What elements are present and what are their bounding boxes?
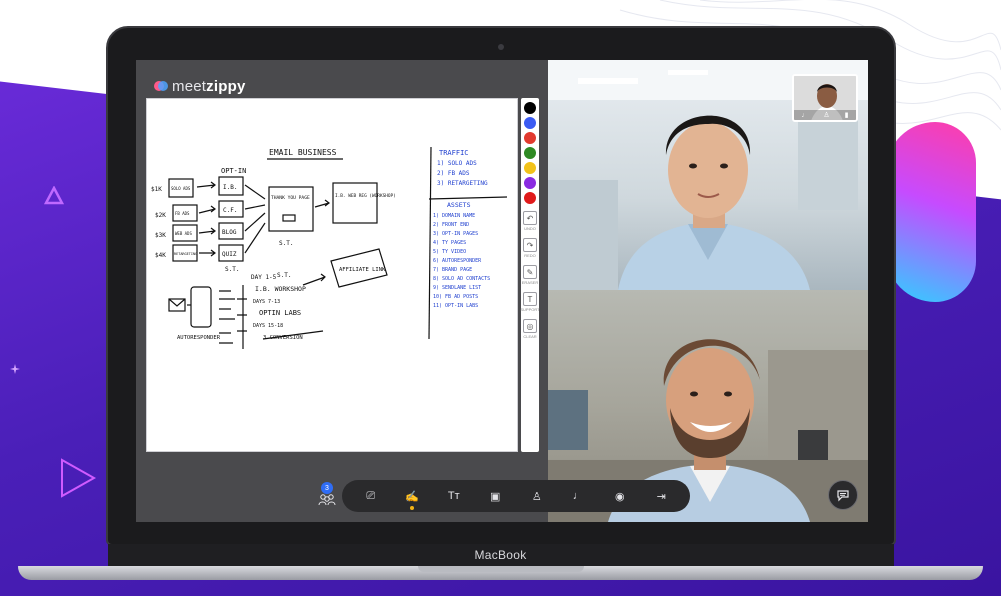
color-swatch-red[interactable]: [524, 132, 536, 144]
self-view-thumbnail[interactable]: ♩ ♙ ▮: [792, 74, 858, 122]
color-swatch-purple[interactable]: [524, 177, 536, 189]
board-thankyou: THANK YOU PAGE: [271, 195, 310, 201]
board-asset-9: 9) SENDLANE LIST: [433, 285, 481, 291]
color-swatch-black[interactable]: [524, 102, 536, 114]
chat-button[interactable]: [828, 480, 858, 510]
board-asset-4: 4) TY PAGES: [433, 240, 466, 246]
board-asset-6: 6) AUTORESPONDER: [433, 258, 482, 264]
app-logo: meetzippy: [154, 76, 246, 96]
undo-icon[interactable]: ↶: [523, 211, 537, 225]
redo-label: REDO: [524, 253, 536, 258]
board-mid-2: C.F.: [223, 207, 237, 214]
color-swatch-blue[interactable]: [524, 117, 536, 129]
board-asset-10: 10) FB AD POSTS: [433, 294, 478, 300]
board-days-3: DAYS 15-18: [253, 323, 283, 329]
participant-count-badge: 3: [321, 482, 333, 494]
decor-gradient-blob: [886, 122, 976, 302]
board-mid-1: I.B.: [223, 184, 237, 191]
board-affiliate: AFFILIATE LINK: [339, 267, 386, 273]
board-day: DAY 1-5: [251, 274, 277, 281]
person-icon[interactable]: ♙: [524, 484, 550, 508]
board-source-4: RETARGETING: [174, 252, 197, 256]
self-view-controls: ♩ ♙ ▮: [794, 110, 856, 120]
board-traffic-1: 1) SOLO ADS: [437, 160, 477, 167]
board-source-1: SOLO ADS: [171, 186, 191, 191]
board-days-2: DAYS 7-13: [253, 299, 280, 305]
mic-icon[interactable]: ♩: [801, 112, 808, 119]
webcam-dot: [498, 44, 504, 50]
board-traffic-2: 2) FB ADS: [437, 170, 470, 177]
whiteboard-button[interactable]: ✍: [399, 484, 425, 510]
color-swatch-green[interactable]: [524, 147, 536, 159]
clear-icon[interactable]: ◎: [523, 319, 537, 333]
board-traffic-3: 3) RETARGETING: [437, 180, 488, 187]
board-asset-8: 8) SOLO AD CONTACTS: [433, 276, 490, 282]
support-label: SUPPORT: [520, 307, 540, 312]
board-asset-7: 7) BRAND PAGE: [433, 267, 472, 273]
eraser-label: ERASER: [521, 280, 539, 285]
board-asset-3: 3) OPT-IN PAGES: [433, 231, 478, 237]
board-asset-5: 5) TY VIDEO: [433, 249, 466, 255]
board-optinlabs: OPTIN LABS: [259, 309, 301, 317]
app-screen: meetzippy EMAIL BUSINESS OPT-IN $1K $2K …: [136, 60, 868, 522]
board-assets-title: ASSETS: [447, 201, 471, 209]
board-asset-11: 11) OPT-IN LABS: [433, 303, 478, 309]
meeting-toolbar: ⎚ ✍ Tт ▣ ♙ ♩ ◉ ⇥: [342, 480, 690, 512]
board-conversion: 3 CONVERSION: [263, 335, 303, 341]
board-row-label-4: $4K: [155, 252, 166, 259]
redo-icon[interactable]: ↷: [523, 238, 537, 252]
participants-button[interactable]: 3: [316, 482, 338, 512]
chat-bubble-icon: [837, 490, 849, 502]
logo-text: meetzippy: [172, 77, 246, 95]
board-webreg: I.B. WEB REG (WORKSHOP): [335, 193, 396, 199]
board-source-3: WEB ADS: [175, 231, 192, 236]
whiteboard-drawing: EMAIL BUSINESS OPT-IN $1K $2K $3K $4K SO…: [151, 146, 508, 349]
microphone-icon[interactable]: ♩: [565, 484, 591, 508]
eraser-icon[interactable]: ✎: [523, 265, 537, 279]
camera-icon[interactable]: ▣: [482, 484, 508, 508]
exit-icon[interactable]: ⇥: [648, 484, 674, 508]
board-st-2: S.T.: [225, 266, 239, 273]
meetzippy-logo-icon: [154, 81, 168, 91]
whiteboard-toolbar: ↶ UNDO ↷ REDO ✎ ERASER T SUPPORT ◎ CLEAR: [520, 98, 540, 452]
color-swatch-yellow[interactable]: [524, 162, 536, 174]
board-asset-1: 1) DOMAIN NAME: [433, 213, 475, 219]
share-screen-icon[interactable]: ⎚: [358, 484, 384, 508]
board-mid-3: BLOG: [222, 229, 237, 236]
laptop-base-notch: [418, 566, 584, 572]
text-tool-icon[interactable]: Tт: [441, 484, 467, 508]
sparkle-decor-icon: [10, 364, 20, 374]
whiteboard-canvas[interactable]: EMAIL BUSINESS OPT-IN $1K $2K $3K $4K SO…: [146, 98, 518, 452]
board-title: EMAIL BUSINESS: [269, 148, 337, 157]
text-icon[interactable]: T: [523, 292, 537, 306]
board-traffic-title: TRAFFIC: [439, 149, 469, 157]
person-icon[interactable]: ♙: [823, 111, 829, 119]
whiteboard-icon: ✍: [405, 490, 420, 503]
view-icon[interactable]: ◉: [607, 484, 633, 508]
clear-label: CLEAR: [523, 334, 537, 339]
play-triangle-decor-icon: [61, 458, 97, 498]
board-workshop: I.B. WORKSHOP: [255, 285, 306, 293]
board-mid-4: QUIZ: [222, 251, 237, 258]
board-asset-2: 2) FRONT END: [433, 222, 469, 228]
board-optin: OPT-IN: [221, 167, 246, 175]
board-st-3: S.T.: [277, 272, 291, 279]
triangle-decor-icon: [44, 186, 64, 205]
board-row-label-2: $2K: [155, 212, 166, 219]
board-st-1: S.T.: [279, 240, 293, 247]
signal-icon: ▮: [844, 112, 849, 119]
board-autoresponder: AUTORESPONDER: [177, 335, 221, 341]
undo-label: UNDO: [524, 226, 536, 231]
participants-icon: [318, 494, 336, 506]
board-row-label-3: $3K: [155, 232, 166, 239]
active-indicator: [410, 506, 415, 510]
board-source-2: FB ADS: [175, 211, 190, 216]
color-swatch-crimson[interactable]: [524, 192, 536, 204]
board-row-label-1: $1K: [151, 186, 162, 193]
device-label: MacBook: [474, 548, 527, 562]
